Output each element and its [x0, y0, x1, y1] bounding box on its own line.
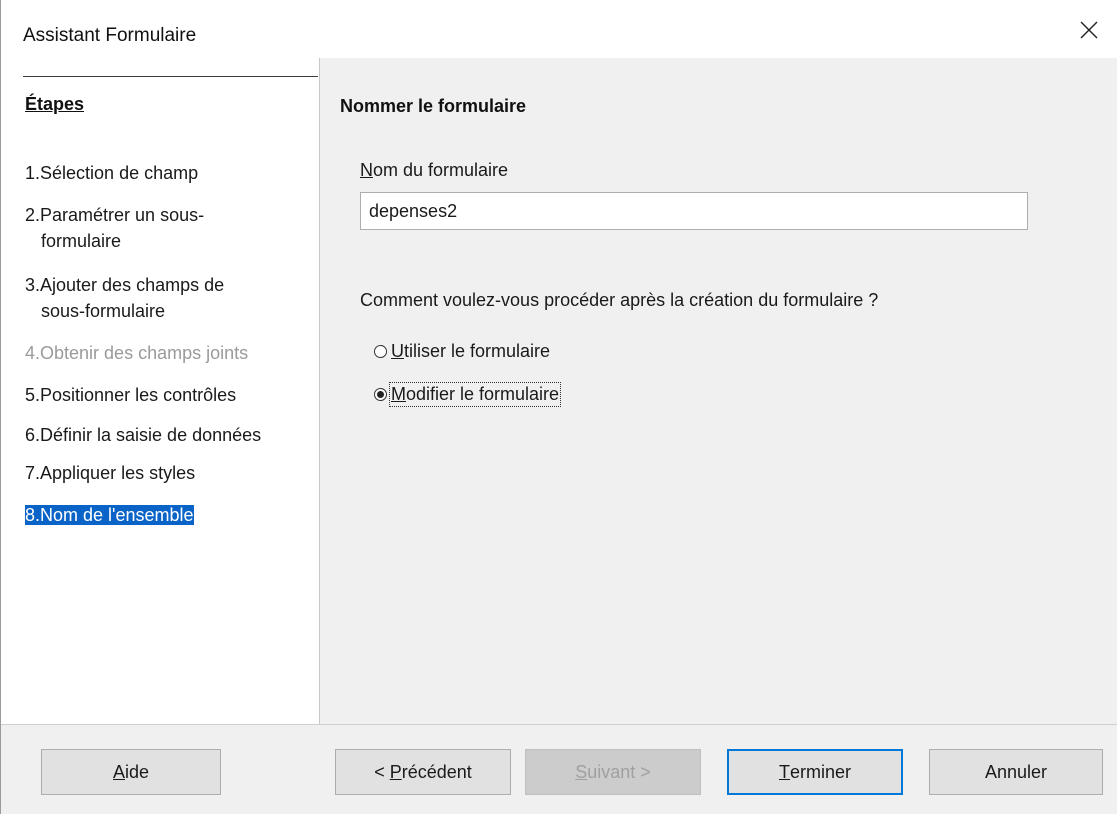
use-form-label: Utiliser le formulaire	[391, 341, 551, 361]
step-item-5[interactable]: 5.Positionner les contrôles	[25, 382, 315, 408]
window-title: Assistant Formulaire	[23, 25, 197, 46]
use-form-radio[interactable]: Utiliser le formulaire	[374, 341, 550, 362]
step-label: Nom de l'ensemble	[40, 505, 194, 525]
step-label: Obtenir des champs joints	[40, 343, 249, 363]
page-title: Nommer le formulaire	[340, 96, 527, 116]
step-number: 7.	[25, 463, 41, 483]
radio-unchecked-icon	[374, 345, 387, 358]
step-label: Ajouter des champs de	[40, 275, 225, 295]
step-label-continued: formulaire	[41, 231, 122, 251]
step-item-3[interactable]: 3.Ajouter des champs de sous-formulaire	[25, 272, 315, 324]
cancel-button[interactable]: Annuler	[929, 749, 1103, 795]
title-bar: Assistant Formulaire	[1, 0, 1117, 58]
finish-button[interactable]: Terminer	[727, 749, 903, 795]
steps-sidebar: Étapes 1.Sélection de champ 2.Paramétrer…	[1, 58, 319, 724]
form-name-input[interactable]	[360, 192, 1028, 230]
step-number: 6.	[25, 425, 41, 445]
step-number: 3.	[25, 275, 41, 295]
step-label: Positionner les contrôles	[40, 385, 237, 405]
close-button[interactable]	[1071, 12, 1107, 48]
step-label: Définir la saisie de données	[40, 425, 262, 445]
step-item-4: 4.Obtenir des champs joints	[25, 340, 315, 366]
step-number: 5.	[25, 385, 41, 405]
modify-form-label: Modifier le formulaire	[388, 382, 562, 407]
step-label-continued: sous-formulaire	[41, 301, 166, 321]
step-item-2[interactable]: 2.Paramétrer un sous- formulaire	[25, 202, 315, 254]
step-number: 4.	[25, 343, 41, 363]
button-bar: Aide < Précédent Suivant > Terminer Annu…	[1, 724, 1117, 814]
next-button: Suivant >	[525, 749, 701, 795]
close-icon	[1080, 21, 1098, 39]
step-item-7[interactable]: 7.Appliquer les styles	[25, 460, 315, 486]
step-number: 8.	[25, 505, 41, 525]
step-item-6[interactable]: 6.Définir la saisie de données	[25, 422, 315, 448]
step-number: 1.	[25, 163, 41, 183]
modify-form-radio[interactable]: Modifier le formulaire	[374, 382, 562, 407]
step-label: Appliquer les styles	[40, 463, 196, 483]
form-name-label: Nom du formulaire	[360, 160, 509, 180]
step-item-1[interactable]: 1.Sélection de champ	[25, 160, 315, 186]
radio-checked-icon	[374, 388, 387, 401]
steps-heading: Étapes	[25, 94, 85, 114]
step-number: 2.	[25, 205, 41, 225]
sidebar-divider	[23, 76, 318, 77]
step-label: Paramétrer un sous-	[40, 205, 205, 225]
after-creation-question: Comment voulez-vous procéder après la cr…	[360, 290, 879, 310]
previous-button[interactable]: < Précédent	[335, 749, 511, 795]
step-content-panel: Nommer le formulaire Nom du formulaire C…	[320, 58, 1117, 724]
help-button[interactable]: Aide	[41, 749, 221, 795]
form-wizard-dialog: Assistant Formulaire Étapes 1.Sélection …	[0, 0, 1117, 814]
step-item-8[interactable]: 8.Nom de l'ensemble	[25, 502, 315, 528]
step-label: Sélection de champ	[40, 163, 199, 183]
